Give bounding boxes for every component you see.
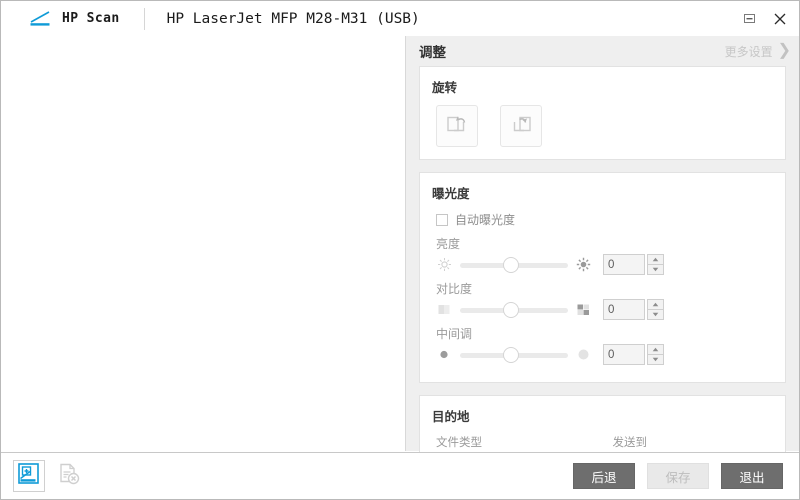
main-region: 调整 更多设置 ❯ 旋转 曝光度 自动曝光度 亮度 0 对比度 0 中间调 0 …: [1, 36, 799, 488]
delete-page-button[interactable]: [53, 460, 85, 492]
contrast-spin-buttons: [647, 299, 664, 320]
rotate-left-button[interactable]: [436, 105, 478, 147]
add-scan-page-button[interactable]: [13, 460, 45, 492]
window-controls: [740, 1, 789, 36]
hp-scan-window: HP Scan HP LaserJet MFP M28-M31 (USB) 调整: [0, 0, 800, 500]
midtone-spin-buttons: [647, 344, 664, 365]
device-title: HP LaserJet MFP M28-M31 (USB): [166, 10, 420, 27]
auto-exposure-label: 自动曝光度: [455, 213, 516, 227]
action-buttons: 后退 保存 退出: [573, 463, 783, 489]
rotate-left-icon: [444, 111, 470, 142]
midtone-label: 中间调: [436, 327, 473, 341]
midtone-slider[interactable]: [460, 346, 568, 364]
contrast-low-icon: [436, 301, 453, 318]
brightness-spin-buttons: [647, 254, 664, 275]
auto-exposure-checkbox[interactable]: [436, 213, 448, 226]
triangle-up-icon[interactable]: [647, 344, 664, 355]
contrast-stepper[interactable]: 0: [603, 299, 664, 320]
send-to-label: 发送到: [612, 437, 648, 449]
auto-exposure-row[interactable]: 自动曝光度: [432, 211, 773, 228]
rotate-buttons: [432, 105, 773, 147]
brand-group: HP Scan: [29, 10, 120, 28]
triangle-down-icon[interactable]: [647, 355, 664, 365]
exposure-card: 曝光度 自动曝光度 亮度 0 对比度 0 中间调 0: [419, 172, 786, 383]
slider-thumb[interactable]: [503, 346, 519, 363]
brand-label: HP Scan: [62, 11, 120, 26]
midtone-stepper[interactable]: 0: [603, 344, 664, 365]
add-scan-page-icon: [16, 461, 42, 492]
rotate-right-icon: [508, 111, 534, 142]
back-button[interactable]: 后退: [573, 463, 635, 489]
panel-header: 调整 更多设置 ❯: [406, 36, 799, 66]
rotate-title: 旋转: [432, 81, 458, 95]
scanner-icon: [29, 10, 53, 28]
triangle-down-icon[interactable]: [647, 310, 664, 320]
preview-canvas[interactable]: [1, 36, 406, 451]
midtone-dark-icon: [436, 346, 453, 363]
slider-thumb[interactable]: [503, 301, 519, 318]
panel-title: 调整: [419, 45, 446, 60]
midtone-light-icon: [575, 346, 592, 363]
slider-thumb[interactable]: [503, 256, 519, 273]
triangle-down-icon[interactable]: [647, 265, 664, 275]
contrast-high-icon: [575, 301, 592, 318]
chevron-right-icon: ❯: [777, 42, 791, 59]
rotate-right-button[interactable]: [500, 105, 542, 147]
midtone-slider-row: 0: [432, 344, 773, 365]
minimize-icon[interactable]: [740, 10, 758, 28]
brightness-high-icon: [575, 256, 592, 273]
brightness-label: 亮度: [436, 237, 461, 251]
title-bar: HP Scan HP LaserJet MFP M28-M31 (USB): [1, 1, 799, 37]
destination-title: 目的地: [432, 410, 470, 424]
brightness-low-icon: [436, 256, 453, 273]
triangle-up-icon[interactable]: [647, 254, 664, 265]
brightness-stepper[interactable]: 0: [603, 254, 664, 275]
contrast-slider[interactable]: [460, 301, 568, 319]
save-button: 保存: [647, 463, 709, 489]
exposure-title: 曝光度: [432, 187, 470, 201]
contrast-label: 对比度: [436, 282, 473, 296]
triangle-up-icon[interactable]: [647, 299, 664, 310]
file-type-label: 文件类型: [436, 437, 482, 449]
settings-panel: 调整 更多设置 ❯ 旋转 曝光度 自动曝光度 亮度 0 对比度 0 中间调 0 …: [406, 36, 799, 488]
rotate-card: 旋转: [419, 66, 786, 160]
brightness-value[interactable]: 0: [603, 254, 645, 275]
contrast-slider-row: 0: [432, 299, 773, 320]
midtone-value[interactable]: 0: [603, 344, 645, 365]
close-icon[interactable]: [771, 10, 789, 28]
brightness-slider[interactable]: [460, 256, 568, 274]
contrast-value[interactable]: 0: [603, 299, 645, 320]
more-settings-link[interactable]: 更多设置 ❯: [725, 43, 791, 60]
page-tools: [13, 460, 85, 492]
more-settings-label: 更多设置: [724, 44, 773, 59]
exit-button[interactable]: 退出: [721, 463, 783, 489]
title-divider: [143, 7, 145, 30]
bottom-bar: 后退 保存 退出: [1, 452, 799, 499]
delete-page-icon: [56, 461, 82, 492]
brightness-slider-row: 0: [432, 254, 773, 275]
